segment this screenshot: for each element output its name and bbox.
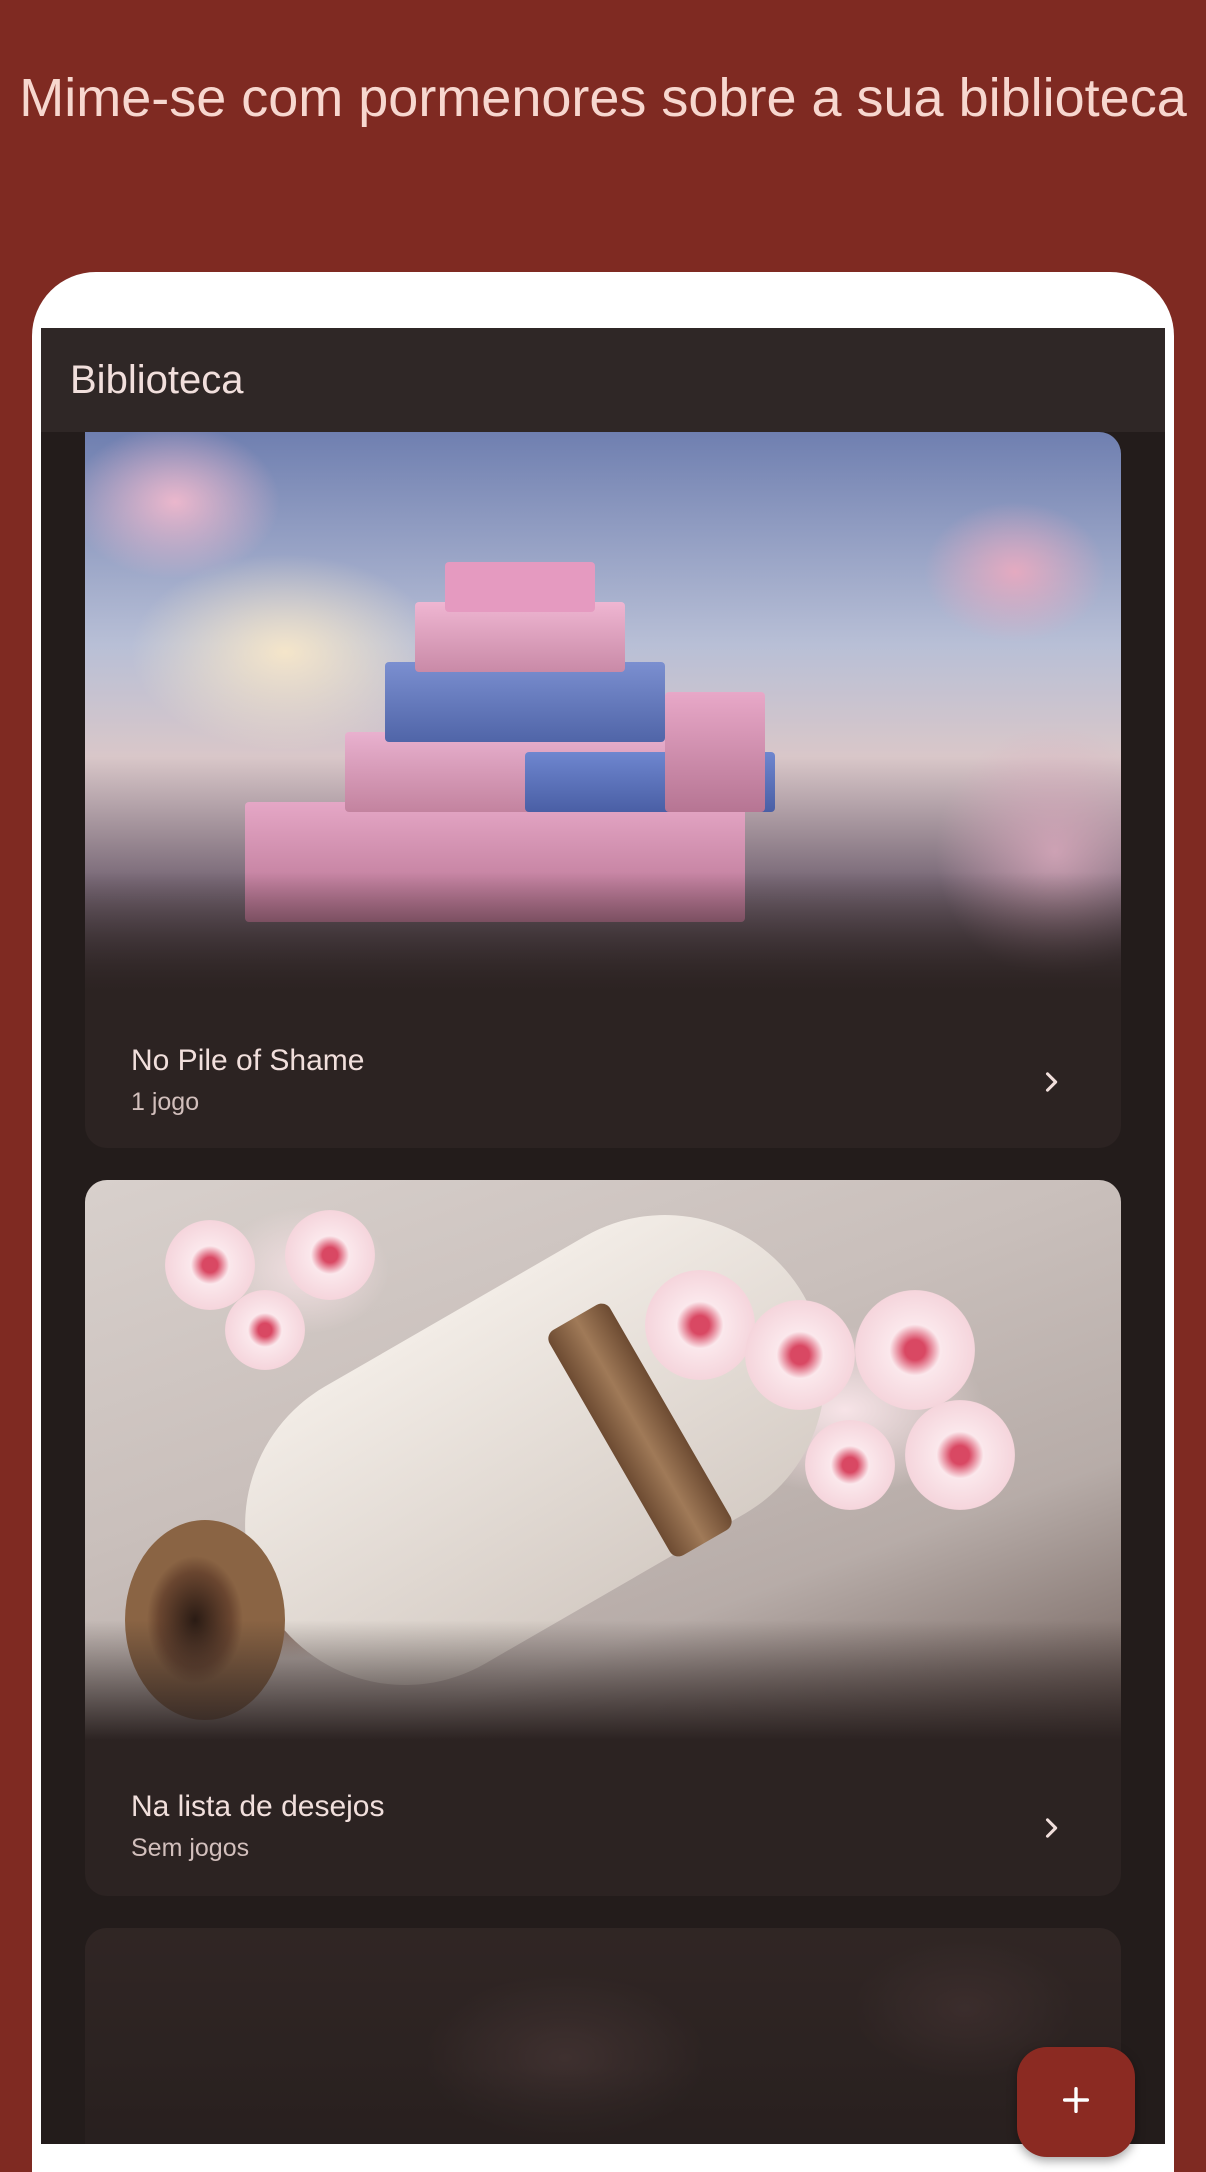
top-app-bar: Biblioteca bbox=[41, 328, 1165, 432]
promo-headline: Mime-se com pormenores sobre a sua bibli… bbox=[19, 68, 1187, 128]
card-title: No Pile of Shame bbox=[131, 1044, 365, 1077]
card-subtitle: Sem jogos bbox=[131, 1834, 250, 1862]
library-card-pile-of-shame[interactable]: No Pile of Shame 1 jogo bbox=[85, 432, 1121, 1148]
card-title: Na lista de desejos bbox=[131, 1790, 385, 1823]
card-image-scroll bbox=[85, 1180, 1121, 1744]
card-subtitle: 1 jogo bbox=[131, 1088, 200, 1116]
chevron-right-icon bbox=[1031, 1062, 1071, 1102]
library-card-third[interactable] bbox=[85, 1928, 1121, 2144]
library-card-wishlist[interactable]: Na lista de desejos Sem jogos bbox=[85, 1180, 1121, 1896]
chevron-right-icon bbox=[1031, 1808, 1071, 1848]
add-button[interactable] bbox=[1017, 2047, 1135, 2157]
plus-icon bbox=[1059, 2083, 1093, 2122]
page-title: Biblioteca bbox=[70, 357, 244, 402]
card-image-blossoms bbox=[85, 1928, 1121, 2144]
card-image-game-pile bbox=[85, 432, 1121, 992]
app-screen: Biblioteca No Pile of Shame 1 jogo Na li… bbox=[41, 328, 1165, 2144]
